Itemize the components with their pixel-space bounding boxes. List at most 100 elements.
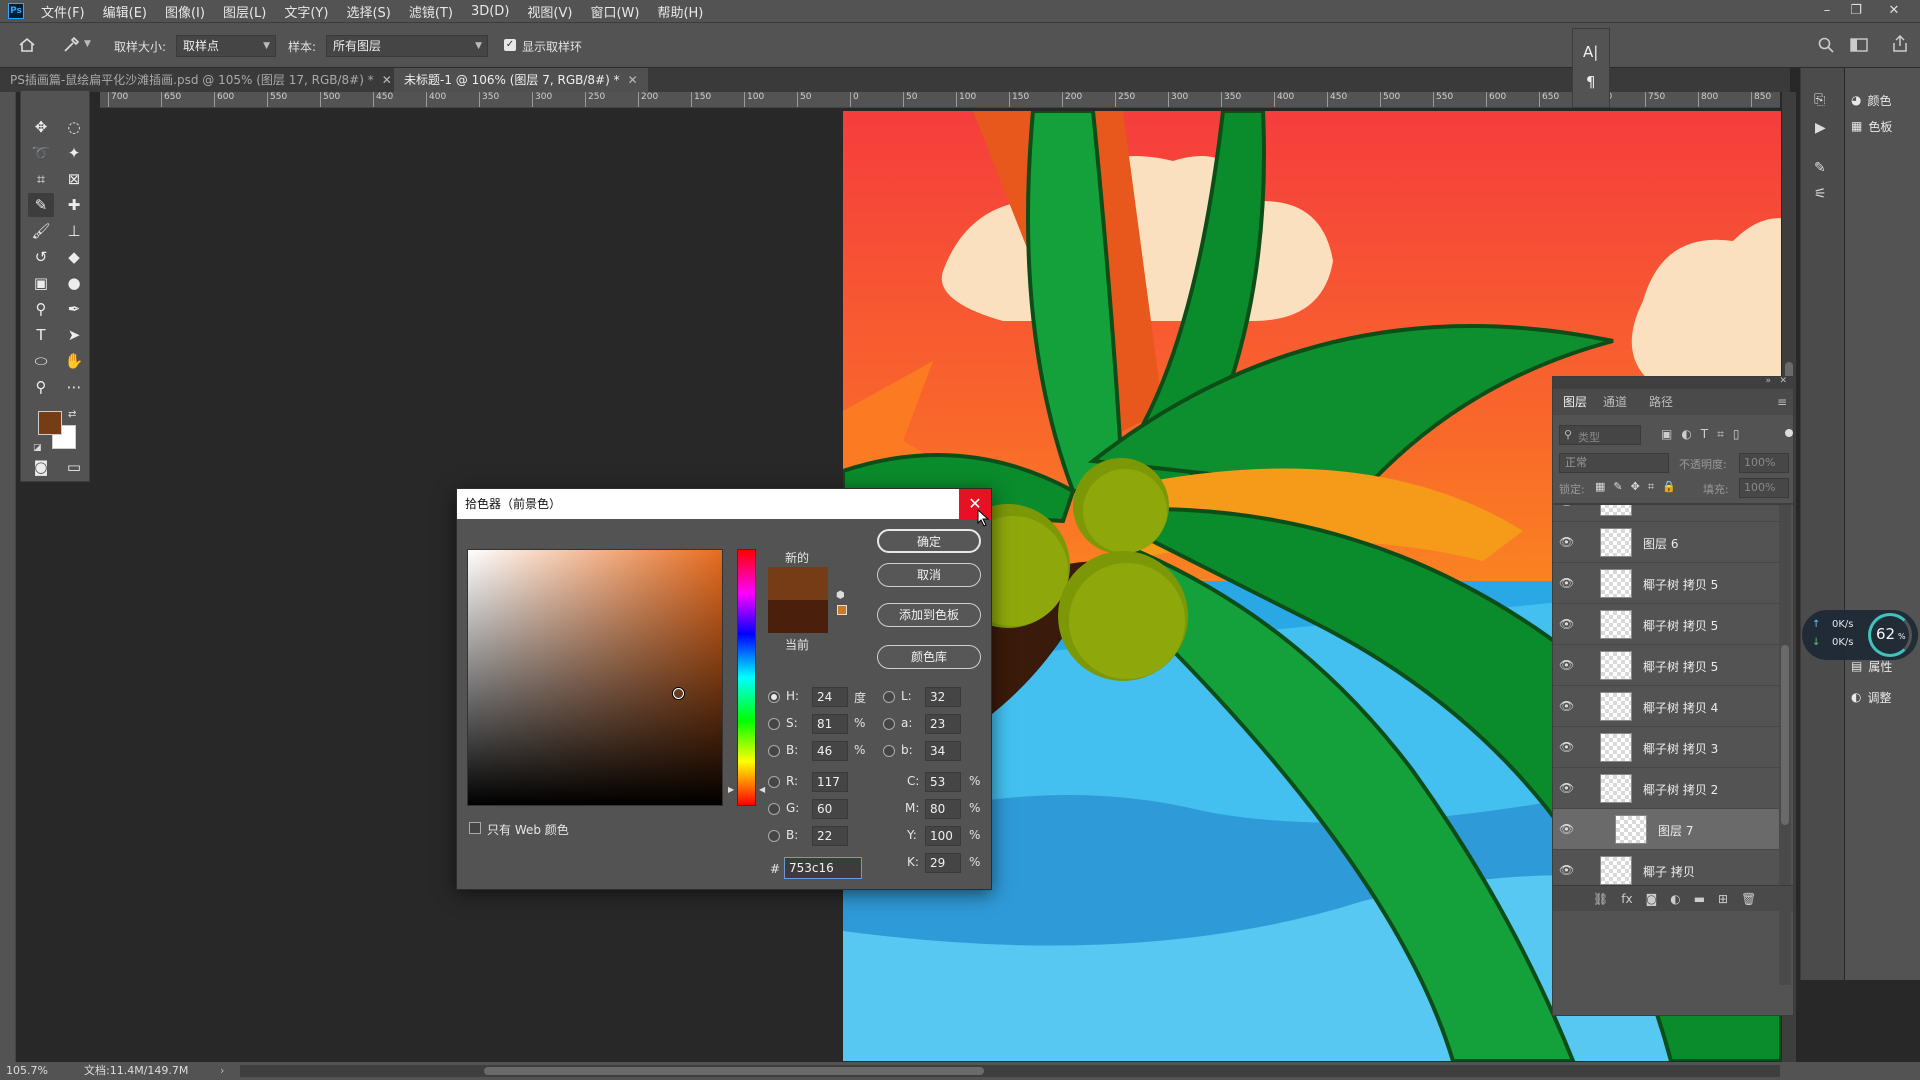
home-icon[interactable]	[18, 37, 36, 53]
zoom-tool-icon[interactable]: ⚲	[28, 375, 54, 399]
web-only-checkbox[interactable]	[469, 822, 481, 834]
visibility-eye-icon[interactable]: 👁	[1559, 505, 1575, 508]
default-colors-icon[interactable]: ◪	[33, 443, 42, 453]
restore-button[interactable]: ❐	[1842, 0, 1870, 22]
link-layers-icon[interactable]: ⛓	[1593, 892, 1608, 906]
hand-tool-icon[interactable]: ✋	[61, 349, 87, 373]
close-tab-icon[interactable]: ✕	[628, 73, 638, 87]
character-panel-icon[interactable]: A|	[1583, 43, 1598, 61]
collapse-panel-icon[interactable]: »	[1765, 376, 1771, 386]
group-folder-icon[interactable]: ▬	[1694, 892, 1705, 906]
adjustments-panel-button[interactable]: ◐ 调整	[1851, 685, 1892, 709]
menu-layer[interactable]: 图层(L)	[214, 2, 275, 21]
menu-type[interactable]: 文字(Y)	[275, 2, 337, 21]
frame-tool-icon[interactable]: ⊠	[61, 167, 87, 191]
cyan-field[interactable]: 53	[925, 772, 961, 792]
color-selector-circle[interactable]	[673, 688, 684, 699]
blue-field[interactable]: 22	[812, 826, 848, 846]
menu-window[interactable]: 窗口(W)	[581, 2, 648, 21]
zoom-level[interactable]: 105.7%	[6, 1062, 48, 1080]
foreground-color-swatch[interactable]	[38, 411, 62, 435]
dodge-tool-icon[interactable]: ⚲	[28, 297, 54, 321]
add-mask-icon[interactable]: ◙	[1646, 892, 1658, 906]
visibility-eye-icon[interactable]: 👁	[1559, 822, 1575, 836]
layer-row[interactable]: 👁 图层 6	[1553, 522, 1779, 563]
green-field[interactable]: 60	[812, 799, 848, 819]
layer-filter-search[interactable]: ⚲ 类型	[1559, 425, 1641, 445]
workspace-icon[interactable]	[1850, 37, 1868, 53]
hue-slider-right-arrow-icon[interactable]: ◀	[759, 785, 765, 794]
saturation-field[interactable]: 81	[812, 714, 848, 734]
menu-image[interactable]: 图像(I)	[156, 2, 214, 21]
network-speed-widget[interactable]: ↑ 0K/s ↓ 0K/s 62 %	[1802, 610, 1918, 660]
dialog-titlebar[interactable]: 拾色器（前景色）	[457, 489, 991, 519]
gradient-tool-icon[interactable]: ▣	[28, 271, 54, 295]
a-channel-radio[interactable]	[883, 718, 895, 730]
menu-filter[interactable]: 滤镜(T)	[400, 2, 462, 21]
filter-toggle-icon[interactable]	[1785, 429, 1793, 437]
hue-slider-left-arrow-icon[interactable]: ▶	[728, 785, 734, 794]
saturation-brightness-field[interactable]	[467, 549, 723, 806]
screen-mode-icon[interactable]: ▭	[61, 455, 87, 479]
eyedropper-tool-icon[interactable]	[62, 36, 80, 54]
crop-tool-icon[interactable]: ⌗	[28, 167, 54, 191]
layer-row[interactable]: 👁 椰子树 拷贝 3	[1553, 727, 1779, 768]
share-icon[interactable]	[1892, 35, 1908, 53]
lock-icons[interactable]: ▦✎✥⌗🔒	[1595, 480, 1684, 494]
menu-3d[interactable]: 3D(D)	[462, 4, 518, 19]
yellow-field[interactable]: 100	[925, 826, 961, 846]
menu-help[interactable]: 帮助(H)	[648, 2, 712, 21]
history-icon[interactable]: ⎘	[1814, 92, 1825, 108]
tab-paths[interactable]: 路径	[1649, 389, 1673, 415]
close-panel-icon[interactable]: ✕	[1779, 376, 1787, 386]
move-tool-icon[interactable]: ✥	[28, 115, 54, 139]
saturation-radio[interactable]	[768, 718, 780, 730]
more-tools-icon[interactable]: ⋯	[61, 375, 87, 399]
lasso-tool-icon[interactable]: ➰	[28, 141, 54, 165]
layer-row[interactable]: 👁 椰子树 拷贝 2	[1553, 768, 1779, 809]
menu-select[interactable]: 选择(S)	[337, 2, 399, 21]
cancel-button[interactable]: 取消	[877, 563, 981, 587]
visibility-eye-icon[interactable]: 👁	[1559, 535, 1575, 549]
layers-scrollbar[interactable]	[1779, 505, 1791, 985]
panel-menu-icon[interactable]: ≡	[1777, 389, 1787, 415]
menu-view[interactable]: 视图(V)	[518, 2, 581, 21]
menu-edit[interactable]: 编辑(E)	[94, 2, 156, 21]
close-window-button[interactable]: ✕	[1880, 0, 1908, 22]
brush-settings-icon[interactable]: ✎	[1814, 160, 1826, 176]
visibility-eye-icon[interactable]: 👁	[1559, 863, 1575, 877]
layer-row-partial[interactable]: 👁	[1553, 505, 1779, 522]
layer-row[interactable]: 👁 图层 7	[1553, 809, 1779, 850]
fx-icon[interactable]: fx	[1621, 892, 1632, 906]
actions-play-icon[interactable]: ▶	[1815, 120, 1826, 136]
scroll-thumb[interactable]	[484, 1067, 984, 1075]
menu-file[interactable]: 文件(F)	[32, 2, 94, 21]
quick-mask-icon[interactable]: ◙	[28, 455, 54, 479]
b-channel-field[interactable]: 34	[925, 741, 961, 761]
clone-stamp-icon[interactable]: ⊥	[61, 219, 87, 243]
delete-layer-icon[interactable]: 🗑	[1741, 892, 1756, 906]
filter-icons[interactable]: ▣◐T⌗▯	[1661, 427, 1749, 442]
history-brush-icon[interactable]: ↺	[28, 245, 54, 269]
red-radio[interactable]	[768, 776, 780, 788]
magic-wand-icon[interactable]: ✦	[61, 141, 87, 165]
hue-radio[interactable]	[768, 691, 780, 703]
visibility-eye-icon[interactable]: 👁	[1559, 740, 1575, 754]
add-to-swatches-button[interactable]: 添加到色板	[877, 603, 981, 627]
show-ring-checkbox[interactable]: ✓	[504, 39, 516, 51]
hue-slider[interactable]	[737, 549, 756, 806]
blue-radio[interactable]	[768, 830, 780, 842]
tab-untitled-1[interactable]: 未标题-1 @ 106% (图层 7, RGB/8#) * ✕	[394, 68, 648, 92]
black-field[interactable]: 29	[925, 853, 961, 873]
sample-select[interactable]: 所有图层 ▼	[326, 35, 488, 57]
web-safe-cube-icon[interactable]: ⬢	[836, 590, 845, 601]
eyedropper-icon[interactable]: ✎	[28, 193, 54, 217]
hue-field[interactable]: 24	[812, 687, 848, 707]
fill-field[interactable]: 100%	[1739, 478, 1789, 498]
tool-preset-chevron-icon[interactable]: ▼	[84, 39, 91, 49]
brightness-radio[interactable]	[768, 745, 780, 757]
eraser-tool-icon[interactable]: ◆	[61, 245, 87, 269]
red-field[interactable]: 117	[812, 772, 848, 792]
lightness-field[interactable]: 32	[925, 687, 961, 707]
adjustment-layer-icon[interactable]: ◐	[1670, 892, 1680, 906]
